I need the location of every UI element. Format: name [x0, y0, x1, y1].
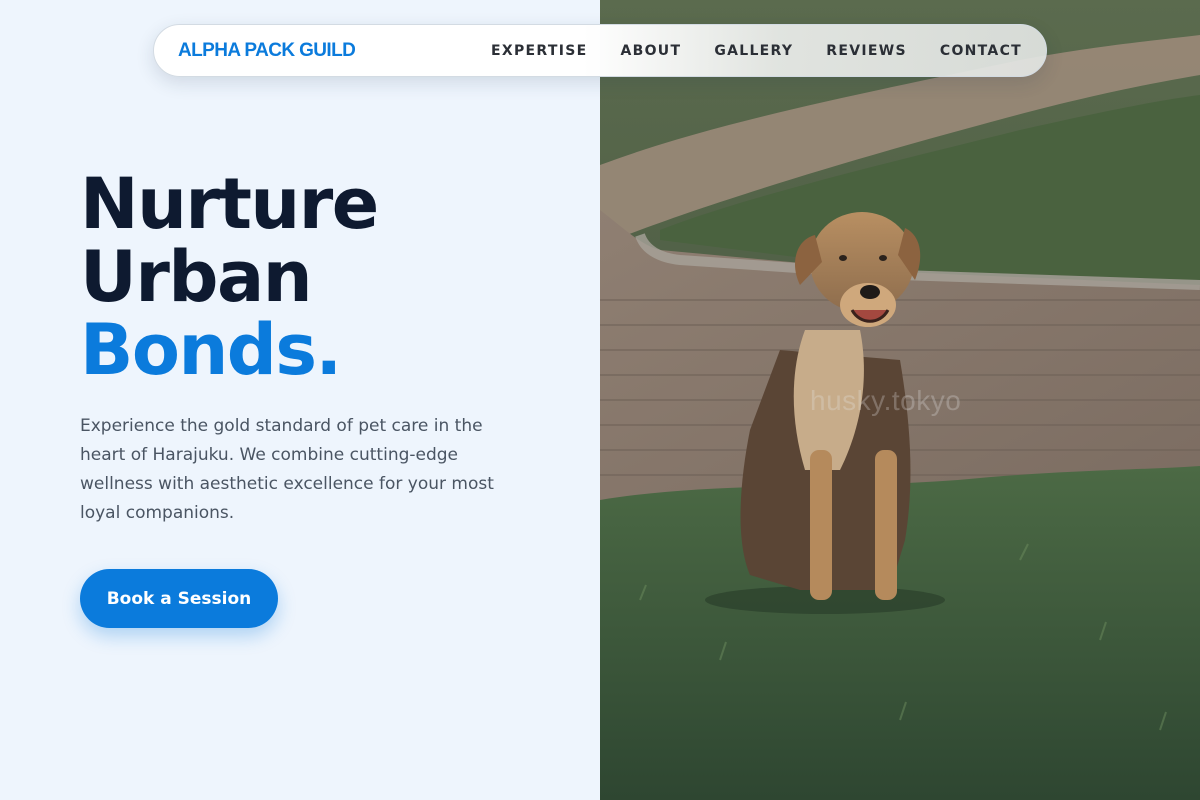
hero-headline: Nurture Urban Bonds. — [80, 168, 540, 387]
top-navigation: ALPHA PACK GUILD EXPERTISE ABOUT GALLERY… — [153, 24, 1047, 77]
nav-link-expertise[interactable]: EXPERTISE — [491, 43, 587, 59]
photo-watermark: husky.tokyo — [810, 385, 962, 416]
headline-line-1: Nurture — [80, 163, 379, 245]
headline-line-2: Urban — [80, 236, 313, 318]
hero-panel — [0, 0, 600, 800]
hero-photo: husky.tokyo — [600, 0, 1200, 800]
brand-logo[interactable]: ALPHA PACK GUILD — [178, 40, 356, 62]
nav-link-contact[interactable]: CONTACT — [940, 43, 1022, 59]
hero-content: Nurture Urban Bonds. — [80, 168, 540, 387]
nav-link-about[interactable]: ABOUT — [620, 43, 681, 59]
nav-link-reviews[interactable]: REVIEWS — [826, 43, 907, 59]
headline-accent: Bonds. — [80, 309, 342, 391]
nav-links: EXPERTISE ABOUT GALLERY REVIEWS CONTACT — [491, 43, 1022, 59]
book-session-button[interactable]: Book a Session — [80, 569, 278, 628]
nav-link-gallery[interactable]: GALLERY — [714, 43, 793, 59]
hero-description: Experience the gold standard of pet care… — [80, 416, 494, 523]
